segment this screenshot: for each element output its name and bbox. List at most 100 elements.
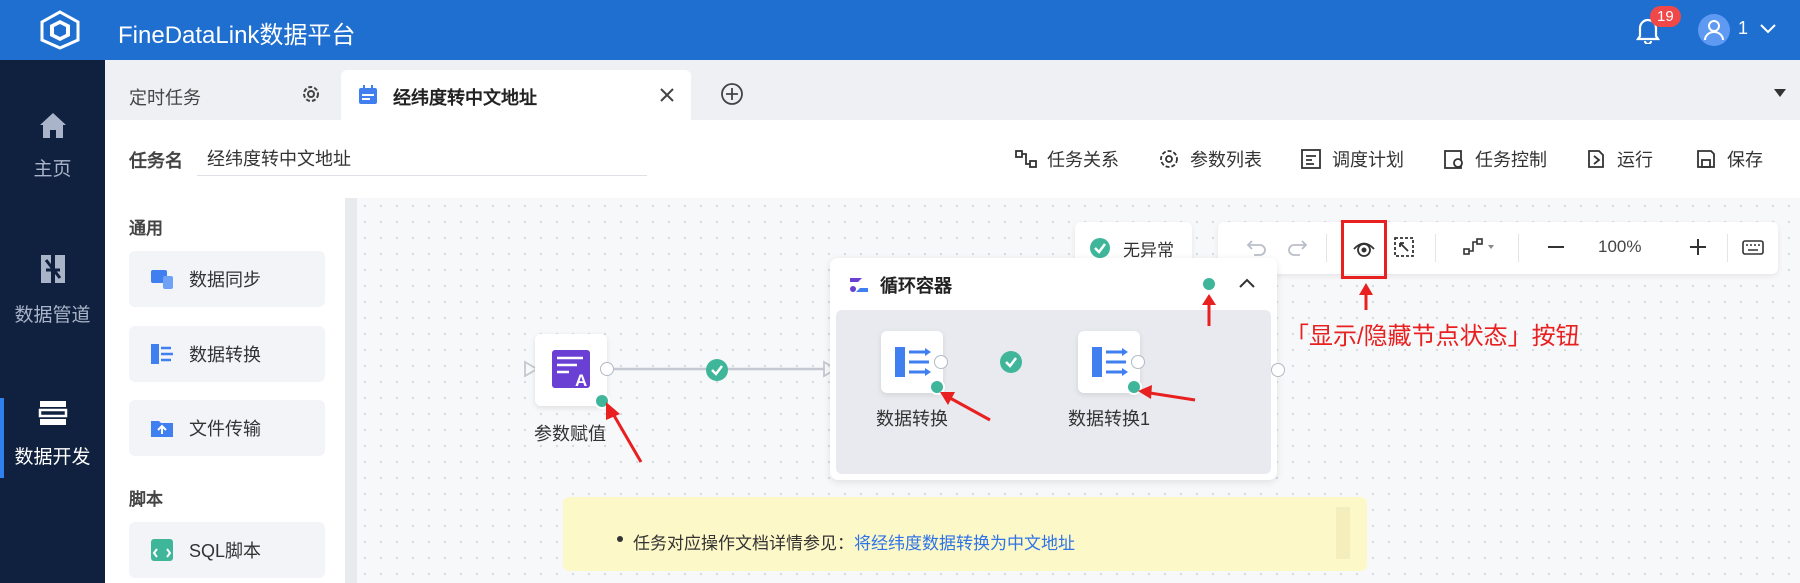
data-transform-icon — [151, 344, 173, 364]
zoom-in-icon[interactable] — [1687, 236, 1709, 258]
nav-item-label: 数据管道 — [14, 305, 91, 326]
output-port[interactable] — [934, 355, 948, 369]
component-label: SQL脚本 — [189, 541, 262, 561]
check-circle-icon — [1090, 238, 1110, 258]
nav-item-home[interactable]: 主页 — [0, 110, 105, 181]
component-file-transfer[interactable]: 文件传输 — [129, 400, 325, 456]
node-status-dot — [594, 393, 610, 409]
gear-icon[interactable] — [300, 83, 322, 105]
run-icon — [1588, 150, 1604, 168]
folder-icon — [151, 421, 173, 437]
output-port[interactable] — [1131, 355, 1145, 369]
bullet-dot — [617, 536, 623, 542]
notification-badge: 19 — [1650, 6, 1681, 27]
tab-current-task[interactable]: 经纬度转中文地址 — [341, 70, 691, 120]
user-name[interactable]: 1 — [1738, 18, 1748, 39]
status-label: 无异常 — [1123, 240, 1174, 260]
schedule-icon — [1301, 149, 1321, 169]
user-icon — [1704, 20, 1724, 41]
zoom-level: 100% — [1598, 237, 1642, 256]
connection-check-icon — [706, 359, 728, 381]
doc-notice: 任务对应操作文档详情参见：将经纬度数据转换为中文地址 — [563, 497, 1367, 571]
zoom-out-icon[interactable] — [1545, 236, 1567, 258]
button-label: 调度计划 — [1332, 150, 1404, 170]
sql-icon — [151, 539, 173, 561]
section-script-title: 脚本 — [129, 490, 163, 509]
toolbar-divider — [1518, 234, 1519, 262]
annotation-callout: 「显示/隐藏节点状态」按钮 — [1285, 323, 1580, 350]
output-port[interactable] — [600, 362, 614, 376]
component-panel: 通用 数据同步 数据转换 文件传输 脚本 SQL脚本 — [105, 198, 345, 583]
container-status-dot — [1201, 276, 1217, 292]
schedule-plan-button[interactable]: 调度计划 — [1300, 146, 1404, 172]
undo-icon[interactable] — [1246, 236, 1268, 258]
user-avatar[interactable] — [1698, 14, 1730, 46]
tab-scheduled-task[interactable]: 定时任务 — [105, 70, 335, 120]
nav-item-label: 主页 — [33, 159, 72, 180]
task-toolbar: 任务名 任务关系 参数列表 调度计划 任务控制 — [105, 120, 1800, 198]
button-label: 运行 — [1617, 150, 1653, 170]
control-icon — [1444, 150, 1463, 169]
component-data-transform[interactable]: 数据转换 — [129, 326, 325, 382]
container-title: 循环容器 — [880, 276, 952, 296]
settings-icon — [1160, 150, 1178, 168]
notice-scrollbar[interactable] — [1336, 507, 1350, 559]
component-label: 数据同步 — [189, 270, 261, 290]
run-button[interactable]: 运行 — [1585, 146, 1653, 172]
output-port[interactable] — [1271, 363, 1285, 377]
nav-item-dev[interactable]: 数据开发 — [0, 398, 105, 478]
button-label: 任务关系 — [1047, 150, 1119, 170]
nav-item-pipeline[interactable]: 数据管道 — [0, 252, 105, 327]
section-general-title: 通用 — [129, 219, 163, 238]
fit-view-icon[interactable] — [1393, 236, 1415, 258]
node-status-dot — [929, 379, 945, 395]
button-label: 参数列表 — [1190, 150, 1262, 170]
keyboard-icon[interactable] — [1742, 236, 1764, 258]
top-bar: FineDataLink数据平台 19 1 — [0, 0, 1800, 60]
toolbar-divider — [1435, 234, 1436, 262]
component-sql-script[interactable]: SQL脚本 — [129, 522, 325, 578]
layout-icon[interactable] — [1462, 236, 1496, 258]
node-label: 数据转换 — [876, 409, 948, 429]
tab-label: 经纬度转中文地址 — [393, 88, 537, 108]
panel-divider[interactable] — [345, 198, 357, 583]
calendar-icon — [359, 85, 377, 104]
toolbar-divider — [1727, 234, 1728, 262]
chevron-down-icon[interactable] — [1758, 22, 1778, 36]
app-title: FineDataLink数据平台 — [118, 22, 356, 49]
task-relation-button[interactable]: 任务关系 — [1015, 146, 1119, 172]
task-name-label: 任务名 — [129, 151, 183, 171]
save-button[interactable]: 保存 — [1695, 146, 1763, 172]
add-tab-icon[interactable] — [720, 82, 744, 106]
chevron-up-icon[interactable] — [1238, 276, 1256, 290]
nav-item-label: 数据开发 — [14, 447, 91, 468]
notice-text: 任务对应操作文档详情参见：将经纬度数据转换为中文地址 — [633, 529, 1075, 554]
button-label: 保存 — [1727, 150, 1763, 170]
doc-link[interactable]: 将经纬度数据转换为中文地址 — [854, 534, 1075, 553]
task-control-button[interactable]: 任务控制 — [1443, 146, 1547, 172]
relation-icon — [1015, 150, 1037, 168]
highlight-box — [1341, 220, 1387, 279]
tab-label: 定时任务 — [129, 88, 201, 108]
dev-icon — [38, 401, 67, 425]
notice-prefix: 任务对应操作文档详情参见： — [633, 534, 854, 553]
component-label: 文件传输 — [189, 419, 261, 439]
pipeline-icon — [40, 255, 65, 283]
connection-check-icon — [1000, 351, 1022, 373]
component-data-sync[interactable]: 数据同步 — [129, 251, 325, 307]
app-logo-icon[interactable] — [38, 10, 82, 50]
caret-down-icon[interactable] — [1773, 88, 1787, 98]
node-label: 数据转换1 — [1068, 409, 1151, 429]
redo-icon[interactable] — [1286, 236, 1308, 258]
node-status-dot — [1126, 379, 1142, 395]
task-name-input[interactable] — [197, 140, 647, 176]
tab-strip: 定时任务 经纬度转中文地址 — [105, 60, 1800, 120]
left-nav: 主页 数据管道 数据开发 — [0, 60, 105, 583]
close-icon[interactable] — [658, 86, 676, 104]
button-label: 任务控制 — [1475, 150, 1547, 170]
loop-container-icon — [850, 278, 868, 292]
home-icon — [39, 113, 66, 138]
param-list-button[interactable]: 参数列表 — [1158, 146, 1262, 172]
save-icon — [1697, 150, 1715, 168]
toolbar-divider — [1326, 234, 1327, 262]
